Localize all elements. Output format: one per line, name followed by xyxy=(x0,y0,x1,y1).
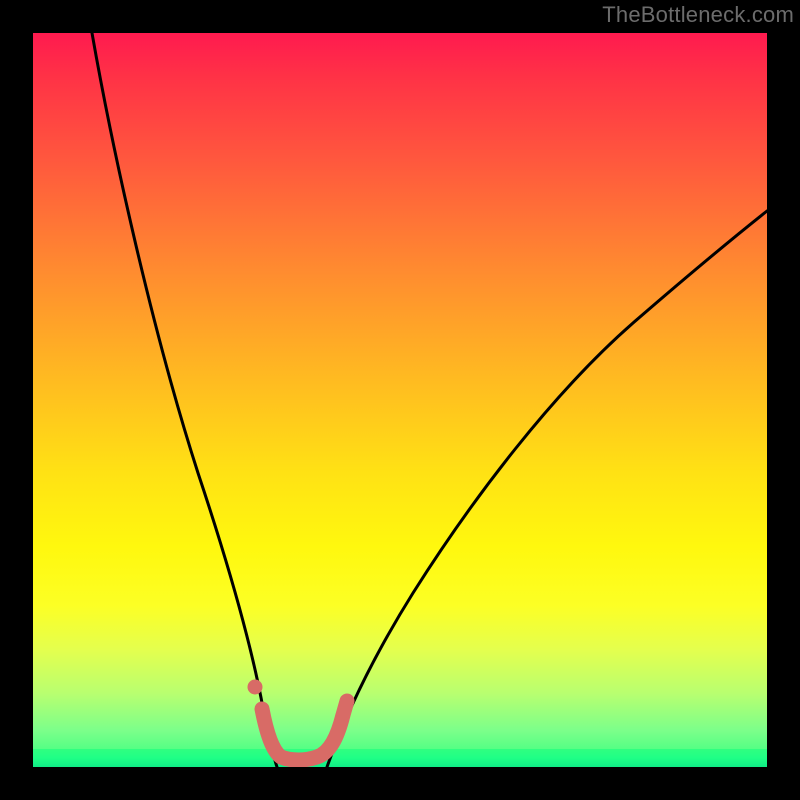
watermark-text: TheBottleneck.com xyxy=(602,2,794,28)
left-dot-icon xyxy=(248,680,263,695)
chart-outer-frame: TheBottleneck.com xyxy=(0,0,800,800)
plot-area xyxy=(33,33,767,767)
left-curve xyxy=(92,33,277,767)
trough-highlight xyxy=(262,701,347,760)
curves-svg xyxy=(33,33,767,767)
right-curve xyxy=(327,211,767,767)
